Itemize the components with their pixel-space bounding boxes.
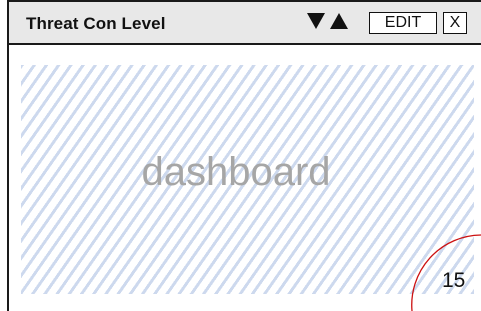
- threat-level-value: 15: [442, 269, 466, 292]
- panel-left-border: [7, 0, 9, 311]
- triangle-down-icon[interactable]: [307, 13, 325, 29]
- widget-title: Threat Con Level: [26, 14, 166, 33]
- close-button[interactable]: X: [443, 12, 467, 34]
- placeholder-label: dashboard: [141, 150, 331, 194]
- threat-level-gauge-arc: [411, 234, 481, 311]
- edit-button[interactable]: EDIT: [369, 12, 437, 34]
- threat-con-widget: Threat Con Level EDIT X dashboard 15: [0, 0, 481, 311]
- triangle-up-icon[interactable]: [330, 13, 348, 29]
